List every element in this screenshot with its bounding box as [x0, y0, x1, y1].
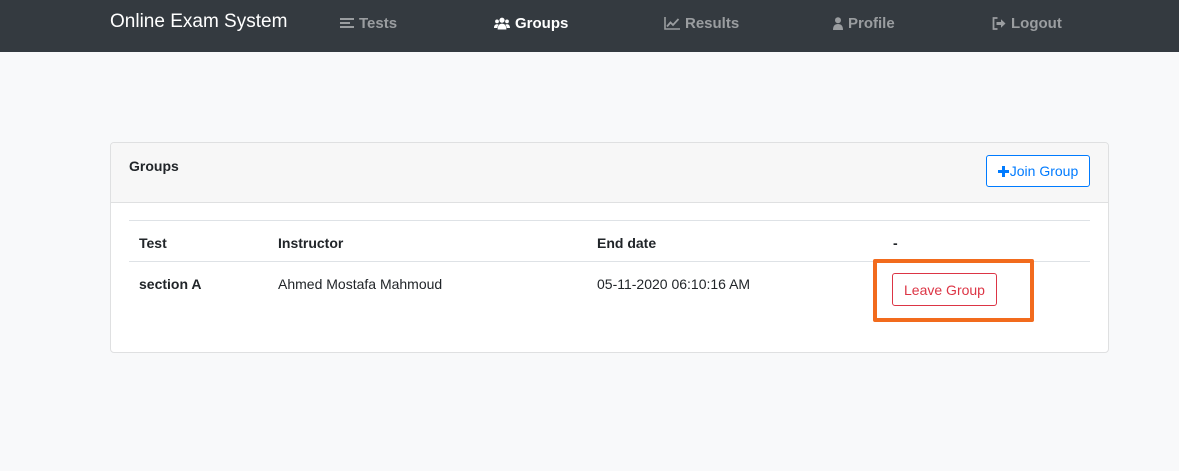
nav-item-label: Groups [515, 14, 569, 32]
nav-item-label: Profile [848, 14, 895, 32]
brand-title[interactable]: Online Exam System [110, 11, 287, 33]
nav-item-label: Logout [1011, 14, 1062, 32]
sign-out-icon [992, 16, 1006, 30]
nav-item-label: Results [685, 14, 740, 32]
plus-icon [997, 165, 1009, 177]
column-header-instructor: Instructor [278, 235, 344, 251]
nav-item-profile[interactable]: Profile [833, 14, 895, 32]
join-group-button[interactable]: Join Group [986, 155, 1090, 187]
column-header-test: Test [139, 235, 167, 251]
top-navbar: Online Exam System Tests Groups Results [0, 0, 1179, 52]
cell-end-date: 05-11-2020 06:10:16 AM [597, 276, 751, 292]
nav-item-results[interactable]: Results [664, 14, 739, 32]
card-header: Groups Join Group [111, 143, 1108, 203]
join-group-label: Join Group [1009, 163, 1079, 179]
nav-item-label: Tests [359, 14, 398, 32]
table-header-row: Test Instructor End date - [129, 221, 1090, 262]
leave-group-button[interactable]: Leave Group [892, 273, 997, 306]
card-title: Groups [129, 158, 179, 174]
cell-test: section A [139, 276, 202, 292]
nav-item-groups[interactable]: Groups [494, 14, 568, 32]
line-chart-icon [664, 16, 680, 30]
nav-item-tests[interactable]: Tests [340, 14, 397, 32]
cell-instructor: Ahmed Mostafa Mahmoud [278, 276, 443, 292]
nav-item-logout[interactable]: Logout [992, 14, 1062, 32]
user-icon [833, 16, 843, 30]
users-icon [494, 17, 510, 29]
list-icon [340, 18, 354, 28]
column-header-action: - [893, 235, 898, 251]
column-header-end-date: End date [597, 235, 657, 251]
